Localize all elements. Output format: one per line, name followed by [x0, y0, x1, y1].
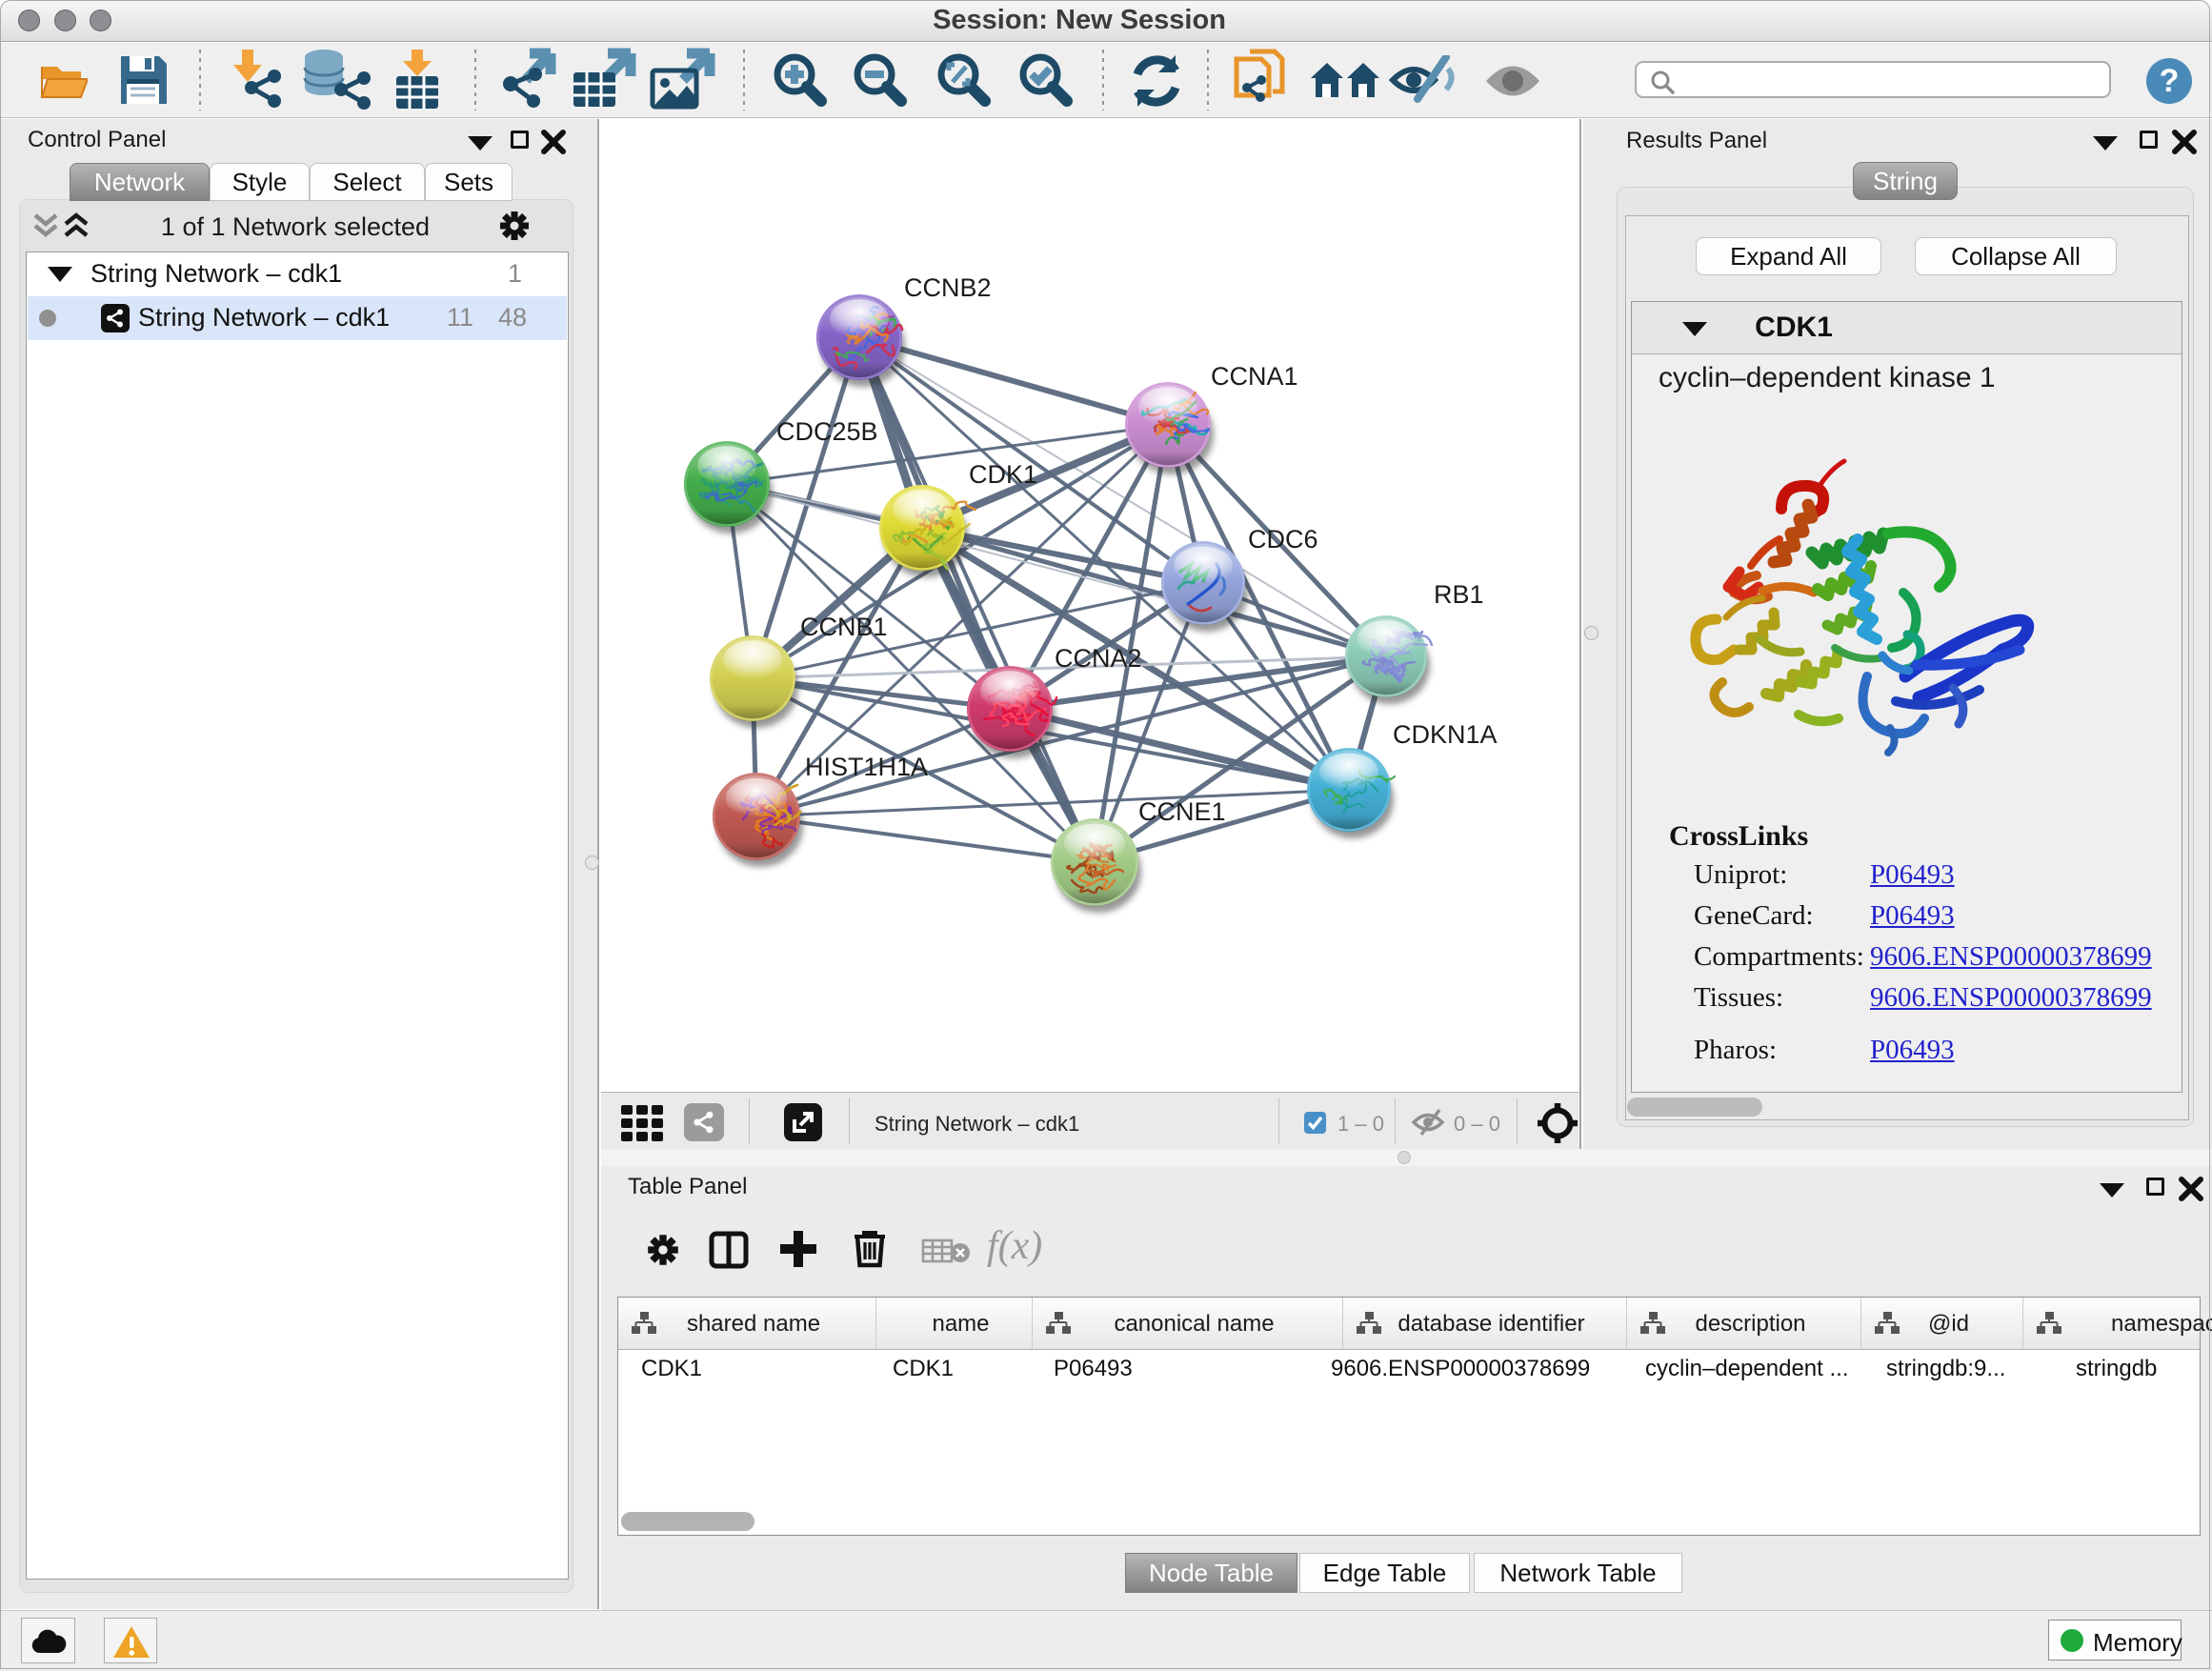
svg-text:?: ? — [2160, 63, 2180, 99]
svg-text:CDC25B: CDC25B — [776, 417, 878, 446]
svg-text:RB1: RB1 — [1434, 580, 1484, 609]
svg-text:HIST1H1A: HIST1H1A — [805, 753, 928, 781]
svg-text:CCNB1: CCNB1 — [800, 613, 888, 641]
svg-text:CCNE1: CCNE1 — [1138, 797, 1226, 826]
svg-text:CDC6: CDC6 — [1248, 525, 1318, 554]
svg-text:CDK1: CDK1 — [969, 460, 1037, 489]
svg-text:CCNA1: CCNA1 — [1211, 362, 1298, 391]
svg-text:CCNA2: CCNA2 — [1055, 644, 1142, 673]
svg-text:CCNB2: CCNB2 — [904, 273, 992, 302]
svg-text:CDKN1A: CDKN1A — [1393, 720, 1498, 749]
